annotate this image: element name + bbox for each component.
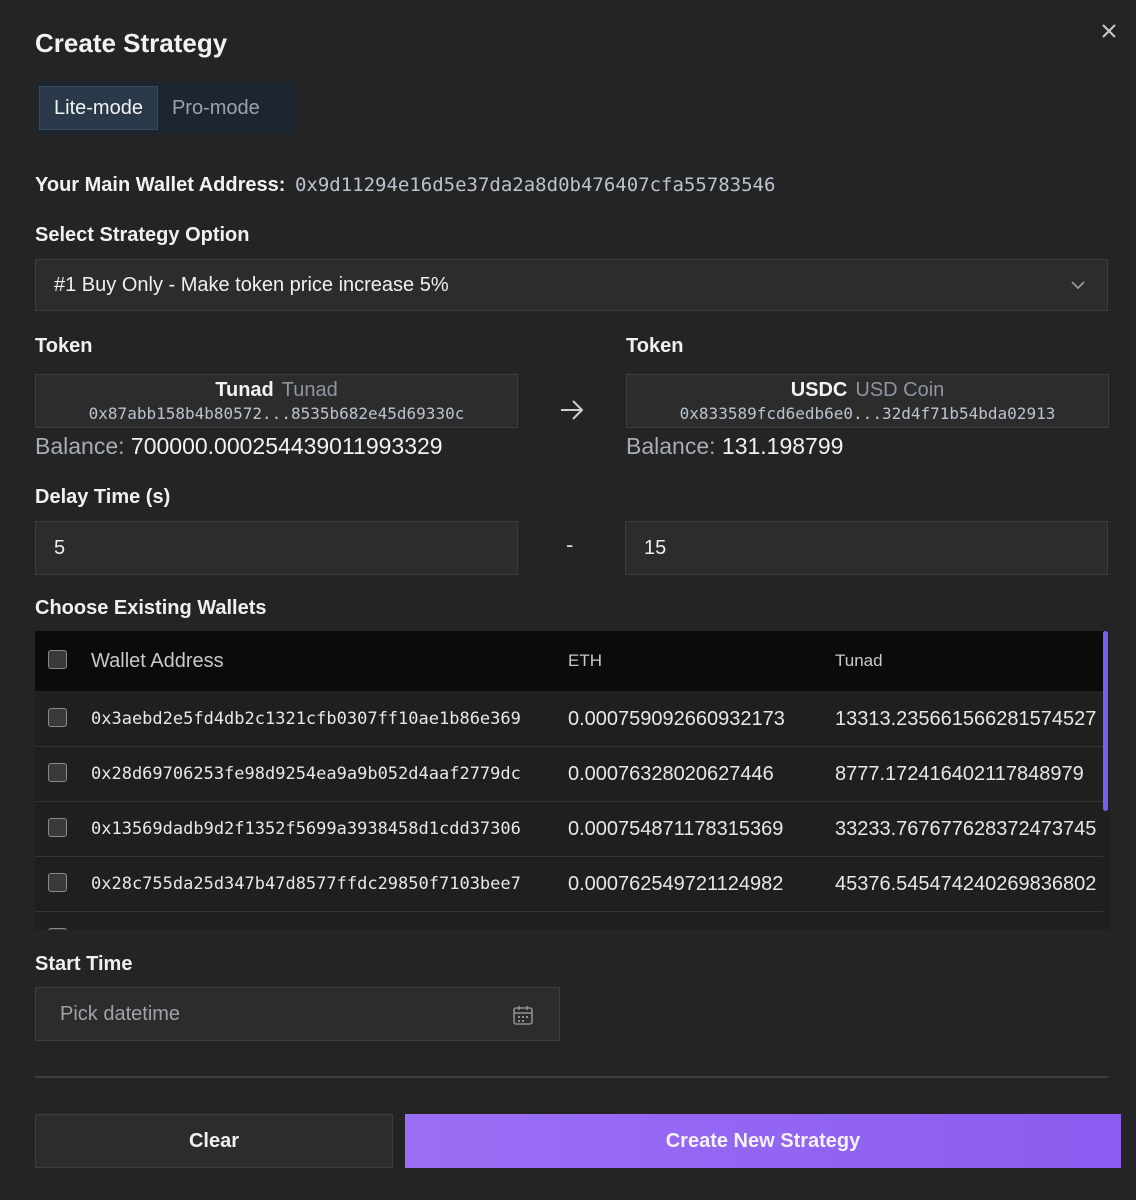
table-row[interactable]: [35, 912, 1103, 930]
token-to-balance-label: Balance:: [626, 433, 716, 459]
row-wallet-address: 0x13569dadb9d2f1352f5699a3938458d1cdd373…: [91, 819, 521, 839]
delay-min-input[interactable]: 5: [35, 521, 518, 575]
strategy-select[interactable]: #1 Buy Only - Make token price increase …: [35, 259, 1108, 311]
token-to-symbol: USDC: [790, 379, 848, 401]
row-tunad-balance: 13313.235661566281574527: [835, 707, 1097, 730]
row-checkbox[interactable]: [48, 873, 67, 892]
clear-button[interactable]: Clear: [35, 1114, 393, 1168]
row-eth-balance: 0.000762549721124982: [568, 872, 784, 895]
close-icon: [1102, 24, 1116, 38]
select-all-checkbox[interactable]: [48, 650, 67, 669]
table-header: Wallet Address ETH Tunad: [35, 631, 1103, 691]
column-header-tunad: Tunad: [835, 651, 883, 670]
dialog-title: Create Strategy: [35, 28, 228, 58]
row-eth-balance: 0.00076328020627446: [568, 762, 774, 785]
row-checkbox[interactable]: [48, 708, 67, 727]
token-from-symbol: Tunad: [215, 379, 274, 401]
start-time-label: Start Time: [35, 953, 133, 975]
row-tunad-balance: 45376.545474240269836802: [835, 872, 1097, 895]
delay-separator: -: [566, 532, 574, 557]
table-row[interactable]: 0x3aebd2e5fd4db2c1321cfb0307ff10ae1b86e3…: [35, 692, 1103, 747]
delay-label: Delay Time (s): [35, 486, 171, 508]
table-row[interactable]: 0x28d69706253fe98d9254ea9a9b052d4aaf2779…: [35, 747, 1103, 802]
row-checkbox[interactable]: [48, 818, 67, 837]
delay-max-input[interactable]: 15: [625, 521, 1108, 575]
tab-pro-mode[interactable]: Pro-mode: [158, 86, 274, 130]
row-tunad-balance: 33233.767677628372473745: [835, 817, 1097, 840]
token-to-title: USDC USD Coin: [627, 379, 1108, 402]
calendar-icon[interactable]: [511, 1003, 535, 1027]
strategy-label: Select Strategy Option: [35, 224, 250, 246]
token-from-balance-value: 700000.000254439011993329: [130, 433, 443, 459]
row-tunad-balance: 8777.172416402117848979: [835, 762, 1084, 785]
tab-lite-mode[interactable]: Lite-mode: [39, 86, 158, 130]
start-time-placeholder: Pick datetime: [60, 1002, 181, 1025]
wallets-table: Wallet Address ETH Tunad 0x3aebd2e5fd4db…: [35, 631, 1110, 930]
strategy-selected-value: #1 Buy Only - Make token price increase …: [54, 273, 449, 296]
token-from-label: Token: [35, 335, 93, 357]
main-wallet-label: Your Main Wallet Address:: [35, 174, 286, 196]
token-from-balance: Balance: 700000.000254439011993329: [35, 433, 443, 460]
chevron-down-icon: [1071, 281, 1085, 290]
wallets-label: Choose Existing Wallets: [35, 597, 267, 619]
mode-switch: Lite-mode Pro-mode: [35, 82, 295, 134]
close-button[interactable]: [1096, 18, 1122, 44]
row-eth-balance: 0.000754871178315369: [568, 817, 784, 840]
row-checkbox[interactable]: [48, 928, 67, 930]
token-from-address: 0x87abb158b4b80572...8535b682e45d69330c: [88, 404, 465, 423]
table-row[interactable]: 0x13569dadb9d2f1352f5699a3938458d1cdd373…: [35, 802, 1103, 857]
row-wallet-address: 0x28c755da25d347b47d8577ffdc29850f7103be…: [91, 874, 521, 894]
token-to-address: 0x833589fcd6edb6e0...32d4f71b54bda02913: [679, 404, 1056, 423]
token-to-balance-value: 131.198799: [721, 433, 844, 459]
arrow-right-icon: [561, 400, 584, 420]
main-wallet-address: 0x9d11294e16d5e37da2a8d0b476407cfa557835…: [294, 174, 776, 196]
token-from-box[interactable]: Tunad Tunad 0x87abb158b4b80572...8535b682…: [35, 374, 518, 428]
token-to-label: Token: [626, 335, 684, 357]
main-wallet-line: Your Main Wallet Address: 0x9d11294e16d5…: [35, 174, 775, 197]
column-header-wallet-address: Wallet Address: [91, 649, 224, 672]
table-scrollbar[interactable]: [1103, 631, 1108, 811]
row-wallet-address: 0x3aebd2e5fd4db2c1321cfb0307ff10ae1b86e3…: [91, 709, 521, 729]
token-from-title: Tunad Tunad: [36, 379, 517, 402]
table-row[interactable]: 0x28c755da25d347b47d8577ffdc29850f7103be…: [35, 857, 1103, 912]
column-header-eth: ETH: [568, 651, 602, 670]
token-to-balance: Balance: 131.198799: [626, 433, 843, 460]
token-from-name: Tunad: [281, 379, 338, 401]
create-strategy-button[interactable]: Create New Strategy: [405, 1114, 1121, 1168]
token-to-name: USD Coin: [855, 379, 945, 401]
token-to-box[interactable]: USDC USD Coin 0x833589fcd6edb6e0...32d4f7…: [626, 374, 1109, 428]
start-time-input[interactable]: Pick datetime: [35, 987, 560, 1041]
row-wallet-address: 0x28d69706253fe98d9254ea9a9b052d4aaf2779…: [91, 764, 521, 784]
footer-divider: [35, 1076, 1108, 1078]
token-from-balance-label: Balance:: [35, 433, 125, 459]
row-checkbox[interactable]: [48, 763, 67, 782]
row-eth-balance: 0.000759092660932173: [568, 707, 785, 730]
